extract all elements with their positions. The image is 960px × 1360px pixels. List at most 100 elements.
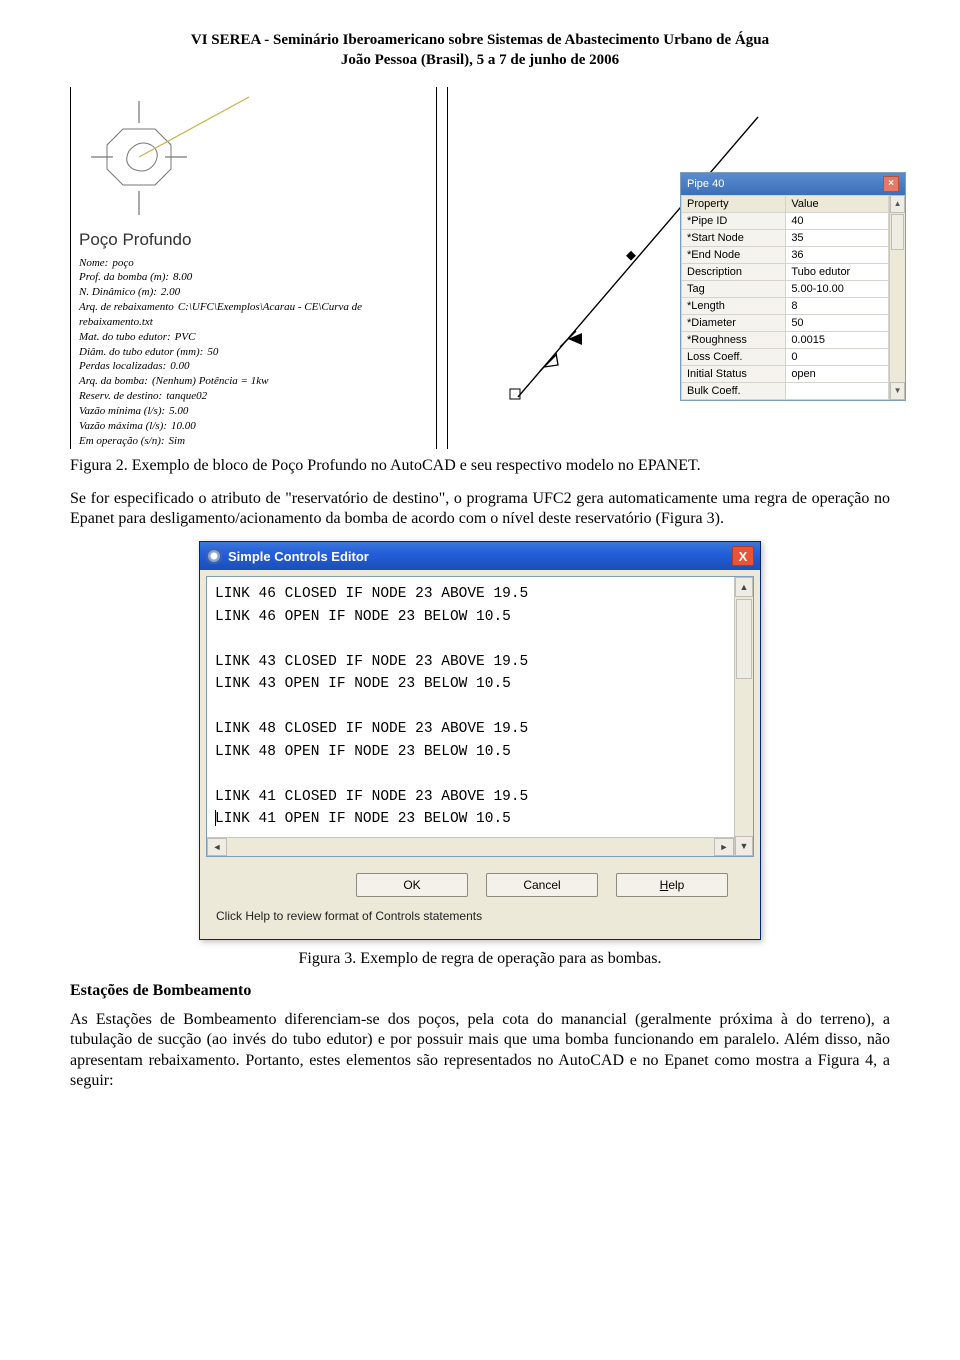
pipe-col-property: Property: [682, 195, 786, 212]
scroll-down-icon[interactable]: ▼: [735, 836, 753, 856]
well-attr-value: (Nenhum) Potência = 1kw: [152, 375, 268, 387]
well-attr-row: Reserv. de destino: tanque02: [79, 389, 428, 404]
well-attr-row: Prof. da bomba (m): 8.00: [79, 270, 428, 285]
pipe-prop-key: *Roughness: [682, 331, 786, 348]
well-attr-value: 2.00: [161, 286, 180, 298]
table-row[interactable]: *Roughness0.0015: [682, 331, 889, 348]
pipe-prop-value[interactable]: [786, 382, 889, 399]
well-attr-key: Reserv. de destino:: [79, 390, 162, 402]
pipe-prop-key: *Length: [682, 297, 786, 314]
cancel-button[interactable]: Cancel: [486, 873, 598, 897]
pipe-prop-value[interactable]: 36: [786, 246, 889, 263]
sce-hint-text: Click Help to review format of Controls …: [206, 905, 754, 933]
well-attr-key: Prof. da bomba (m):: [79, 271, 169, 283]
well-attr-value: Sim: [169, 435, 186, 447]
well-attr-row: N. Dinâmico (m): 2.00: [79, 285, 428, 300]
well-attr-row: Perdas localizadas: 0.00: [79, 359, 428, 374]
help-button[interactable]: Help: [616, 873, 728, 897]
pipe-panel-scrollbar[interactable]: ▲ ▼: [889, 195, 905, 400]
table-row[interactable]: *End Node36: [682, 246, 889, 263]
sce-hscrollbar[interactable]: ◄ ►: [207, 837, 734, 856]
scroll-up-icon[interactable]: ▲: [735, 577, 753, 597]
well-attr-value: 8.00: [173, 271, 192, 283]
table-row[interactable]: Initial Statusopen: [682, 365, 889, 382]
well-attr-key: Arq. da bomba:: [79, 375, 148, 387]
close-icon[interactable]: ×: [883, 176, 899, 192]
table-row[interactable]: *Pipe ID40: [682, 212, 889, 229]
pipe-panel-titlebar[interactable]: Pipe 40 ×: [681, 173, 905, 195]
table-row[interactable]: DescriptionTubo edutor: [682, 263, 889, 280]
header-line-2: João Pessoa (Brasil), 5 a 7 de junho de …: [70, 50, 890, 70]
pipe-col-value: Value: [786, 195, 889, 212]
well-attr-key: Perdas localizadas:: [79, 360, 166, 372]
sce-titlebar[interactable]: Simple Controls Editor X: [200, 542, 760, 570]
header-line-1: VI SEREA - Seminário Iberoamericano sobr…: [70, 30, 890, 50]
paragraph-section: As Estações de Bombeamento diferenciam-s…: [70, 1010, 890, 1092]
table-row[interactable]: *Start Node35: [682, 229, 889, 246]
close-icon[interactable]: X: [732, 546, 754, 566]
pipe-prop-value[interactable]: 35: [786, 229, 889, 246]
well-attr-row: Em operação (s/n): Sim: [79, 434, 428, 449]
pipe-properties-panel: Pipe 40 × Property Value *Pipe ID40*Star…: [680, 172, 906, 401]
well-attr-key: Em operação (s/n):: [79, 435, 165, 447]
pipe-properties-grid[interactable]: Property Value *Pipe ID40*Start Node35*E…: [681, 195, 889, 400]
well-attr-row: Vazão mínima (l/s): 5.00: [79, 404, 428, 419]
pipe-prop-value[interactable]: 5.00-10.00: [786, 280, 889, 297]
table-row[interactable]: *Diameter50: [682, 314, 889, 331]
pipe-prop-key: *Diameter: [682, 314, 786, 331]
well-title: Poço Profundo: [79, 230, 428, 250]
well-attr-key: Arq. de rebaixamento: [79, 301, 174, 313]
pipe-prop-value[interactable]: open: [786, 365, 889, 382]
pipe-panel-title: Pipe 40: [687, 178, 724, 190]
sce-title: Simple Controls Editor: [228, 549, 369, 564]
well-attr-value: 5.00: [169, 405, 188, 417]
pipe-prop-key: Initial Status: [682, 365, 786, 382]
well-attr-row: Arq. de rebaixamentoC:\UFC\Exemplos\Acar…: [79, 300, 428, 330]
well-attr-row: Mat. do tubo edutor:PVC: [79, 330, 428, 345]
scroll-up-icon[interactable]: ▲: [890, 195, 905, 213]
well-attr-value: PVC: [175, 331, 196, 343]
well-attr-key: Vazão mínima (l/s):: [79, 405, 165, 417]
well-attribute-list: Nome:poçoProf. da bomba (m): 8.00 N. Dinâm…: [79, 256, 428, 449]
well-attr-row: Arq. da bomba: (Nenhum) Potência = 1kw: [79, 374, 428, 389]
epanet-pane: Pipe 40 Pipe 40 × Property Value *Pipe I…: [447, 87, 890, 449]
well-attr-value: 50: [207, 346, 218, 358]
well-attr-key: Nome:: [79, 257, 108, 269]
section-title: Estações de Bombeamento: [70, 982, 890, 1000]
scroll-left-icon[interactable]: ◄: [207, 838, 227, 856]
pipe-prop-value[interactable]: 50: [786, 314, 889, 331]
pipe-prop-value[interactable]: 0.0015: [786, 331, 889, 348]
well-attr-value: 10.00: [171, 420, 196, 432]
table-row[interactable]: Bulk Coeff.: [682, 382, 889, 399]
well-attr-key: Diâm. do tubo edutor (mm):: [79, 346, 203, 358]
paragraph-after-fig2: Se for especificado o atributo de "reser…: [70, 489, 890, 530]
pipe-prop-value[interactable]: 40: [786, 212, 889, 229]
table-row[interactable]: Loss Coeff.0: [682, 348, 889, 365]
well-attr-value: 0.00: [170, 360, 189, 372]
pipe-prop-value[interactable]: 8: [786, 297, 889, 314]
table-row[interactable]: *Length8: [682, 297, 889, 314]
pipe-prop-value[interactable]: Tubo edutor: [786, 263, 889, 280]
pipe-prop-key: *Start Node: [682, 229, 786, 246]
ok-button[interactable]: OK: [356, 873, 468, 897]
sce-text-area[interactable]: LINK 46 CLOSED IF NODE 23 ABOVE 19.5 LIN…: [207, 577, 734, 836]
simple-controls-editor: Simple Controls Editor X LINK 46 CLOSED …: [199, 541, 761, 939]
well-attr-key: N. Dinâmico (m):: [79, 286, 157, 298]
pipe-prop-key: *Pipe ID: [682, 212, 786, 229]
pipe-prop-key: Description: [682, 263, 786, 280]
well-attr-key: Vazão máxima (l/s):: [79, 420, 167, 432]
pipe-prop-value[interactable]: 0: [786, 348, 889, 365]
scroll-thumb[interactable]: [736, 599, 752, 679]
scroll-thumb[interactable]: [891, 214, 904, 250]
scroll-right-icon[interactable]: ►: [714, 838, 734, 856]
scroll-down-icon[interactable]: ▼: [890, 382, 905, 400]
page-header: VI SEREA - Seminário Iberoamericano sobr…: [70, 30, 890, 71]
well-attr-row: Nome:poço: [79, 256, 428, 271]
well-attr-row: Diâm. do tubo edutor (mm): 50: [79, 345, 428, 360]
sce-vscrollbar[interactable]: ▲ ▼: [734, 577, 753, 855]
well-glyph: [79, 93, 269, 223]
table-row[interactable]: Tag5.00-10.00: [682, 280, 889, 297]
well-attr-value: tanque02: [166, 390, 207, 402]
well-attr-row: Vazão máxima (l/s): 10.00: [79, 419, 428, 434]
figure-2-caption: Figura 2. Exemplo de bloco de Poço Profu…: [70, 457, 890, 475]
